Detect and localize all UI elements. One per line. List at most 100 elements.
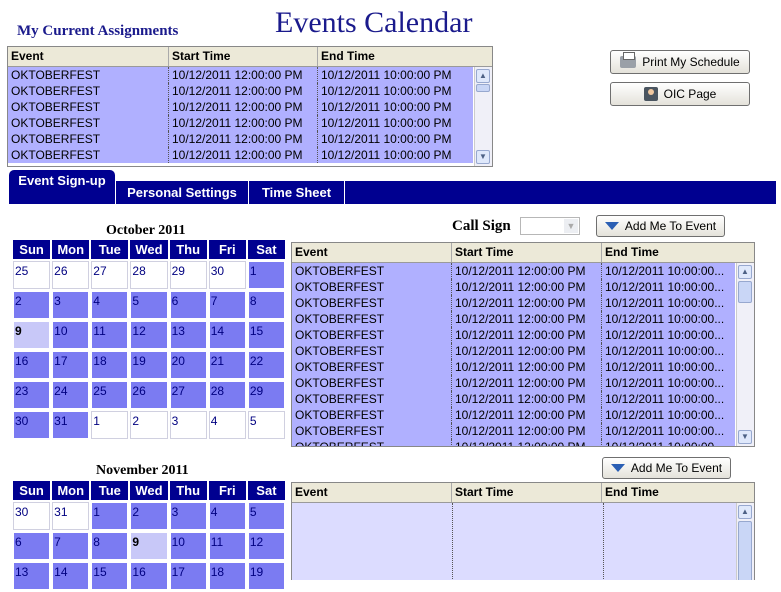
table-row[interactable]: OKTOBERFEST 10/12/2011 12:00:00 PM 10/12/2… xyxy=(292,295,754,311)
tab-event-sign-up[interactable]: Event Sign-up xyxy=(8,169,116,204)
calendar-day[interactable]: 26 xyxy=(52,261,90,289)
scroll-up-icon[interactable]: ▲ xyxy=(476,69,490,83)
add-me-to-event-button-october[interactable]: Add Me To Event xyxy=(596,215,725,237)
calendar-day[interactable]: 22 xyxy=(247,351,285,379)
calendar-day[interactable]: 11 xyxy=(208,532,246,560)
calendar-day[interactable]: 26 xyxy=(130,381,168,409)
print-schedule-button[interactable]: Print My Schedule xyxy=(610,50,750,74)
calendar-day[interactable]: 29 xyxy=(247,381,285,409)
oic-page-button[interactable]: OIC Page xyxy=(610,82,750,106)
column-header-start-time[interactable]: Start Time xyxy=(452,243,602,262)
calendar-day[interactable]: 10 xyxy=(169,532,207,560)
calendar-day[interactable]: 23 xyxy=(13,381,51,409)
calendar-day[interactable]: 3 xyxy=(52,291,90,319)
calendar-day[interactable]: 30 xyxy=(13,411,51,439)
calendar-day[interactable]: 10 xyxy=(52,321,90,349)
calendar-day[interactable]: 20 xyxy=(169,351,207,379)
calendar-day[interactable]: 27 xyxy=(169,381,207,409)
calendar-day[interactable]: 5 xyxy=(130,291,168,319)
calendar-day[interactable]: 3 xyxy=(169,411,207,439)
calendar-day[interactable]: 7 xyxy=(52,532,90,560)
assignments-grid[interactable]: Event Start Time End Time OKTOBERFEST 10/… xyxy=(7,46,493,167)
calendar-day[interactable]: 1 xyxy=(247,261,285,289)
table-row[interactable]: OKTOBERFEST 10/12/2011 12:00:00 PM 10/12/2… xyxy=(292,311,754,327)
table-row[interactable]: OKTOBERFEST 10/12/2011 12:00:00 PM 10/12/2… xyxy=(292,439,754,446)
calendar-day[interactable]: 7 xyxy=(208,291,246,319)
table-row[interactable]: OKTOBERFEST 10/12/2011 12:00:00 PM 10/12/2… xyxy=(292,375,754,391)
calendar-day[interactable]: 29 xyxy=(169,261,207,289)
calendar-day[interactable]: 2 xyxy=(130,411,168,439)
calendar-day[interactable]: 4 xyxy=(208,411,246,439)
calendar-day[interactable]: 8 xyxy=(247,291,285,319)
october-events-grid[interactable]: Event Start Time End Time OKTOBERFEST 10/… xyxy=(291,242,755,447)
table-row[interactable]: OKTOBERFEST 10/12/2011 12:00:00 PM 10/12/2… xyxy=(8,131,492,147)
calendar-day[interactable]: 28 xyxy=(208,381,246,409)
calendar-day[interactable]: 14 xyxy=(52,562,90,590)
calendar-day[interactable]: 3 xyxy=(169,502,207,530)
scroll-down-icon[interactable]: ▼ xyxy=(738,430,752,444)
calendar-day[interactable]: 17 xyxy=(169,562,207,590)
scroll-thumb[interactable] xyxy=(738,521,752,580)
calendar-day-today[interactable]: 9 xyxy=(13,321,51,349)
table-row[interactable]: OKTOBERFEST 10/12/2011 12:00:00 PM 10/12/2… xyxy=(292,423,754,439)
table-row[interactable]: OKTOBERFEST 10/12/2011 12:00:00 PM 10/12/2… xyxy=(292,343,754,359)
column-header-start-time[interactable]: Start Time xyxy=(452,483,602,502)
scroll-thumb[interactable] xyxy=(476,84,490,92)
tab-personal-settings[interactable]: Personal Settings xyxy=(116,181,249,204)
calendar-day[interactable]: 24 xyxy=(52,381,90,409)
calendar-day[interactable]: 27 xyxy=(91,261,129,289)
table-row[interactable]: OKTOBERFEST 10/12/2011 12:00:00 PM 10/12/2… xyxy=(8,83,492,99)
column-header-event[interactable]: Event xyxy=(292,483,452,502)
add-me-to-event-button-november[interactable]: Add Me To Event xyxy=(602,457,731,479)
calendar-day[interactable]: 19 xyxy=(247,562,285,590)
calendar-day-today[interactable]: 9 xyxy=(130,532,168,560)
column-header-event[interactable]: Event xyxy=(292,243,452,262)
calendar-day[interactable]: 30 xyxy=(13,502,51,530)
scroll-up-icon[interactable]: ▲ xyxy=(738,265,752,279)
calendar-day[interactable]: 18 xyxy=(208,562,246,590)
calendar-day[interactable]: 18 xyxy=(91,351,129,379)
calendar-day[interactable]: 15 xyxy=(247,321,285,349)
table-row[interactable]: OKTOBERFEST 10/12/2011 12:00:00 PM 10/12/2… xyxy=(292,327,754,343)
calendar-day[interactable]: 16 xyxy=(13,351,51,379)
call-sign-select[interactable]: ▼ xyxy=(520,217,580,235)
calendar-day[interactable]: 2 xyxy=(13,291,51,319)
calendar-day[interactable]: 11 xyxy=(91,321,129,349)
scroll-down-icon[interactable]: ▼ xyxy=(476,150,490,164)
calendar-day[interactable]: 19 xyxy=(130,351,168,379)
tab-time-sheet[interactable]: Time Sheet xyxy=(249,181,345,204)
calendar-day[interactable]: 6 xyxy=(13,532,51,560)
table-row[interactable]: OKTOBERFEST 10/12/2011 12:00:00 PM 10/12/2… xyxy=(292,391,754,407)
calendar-day[interactable]: 14 xyxy=(208,321,246,349)
calendar-day[interactable]: 12 xyxy=(130,321,168,349)
calendar-day[interactable]: 17 xyxy=(52,351,90,379)
october-events-scrollbar[interactable]: ▲ ▼ xyxy=(736,263,754,446)
calendar-day[interactable]: 12 xyxy=(247,532,285,560)
table-row[interactable]: OKTOBERFEST 10/12/2011 12:00:00 PM 10/12/2… xyxy=(292,279,754,295)
table-row[interactable]: OKTOBERFEST 10/12/2011 12:00:00 PM 10/12/2… xyxy=(292,359,754,375)
calendar-day[interactable]: 6 xyxy=(169,291,207,319)
column-header-end-time[interactable]: End Time xyxy=(602,483,752,502)
calendar-day[interactable]: 4 xyxy=(91,291,129,319)
calendar-day[interactable]: 31 xyxy=(52,411,90,439)
calendar-day[interactable]: 21 xyxy=(208,351,246,379)
table-row[interactable]: OKTOBERFEST 10/12/2011 12:00:00 PM 10/12/2… xyxy=(8,115,492,131)
november-events-grid[interactable]: Event Start Time End Time ▲ xyxy=(291,482,755,580)
calendar-day[interactable]: 15 xyxy=(91,562,129,590)
calendar-day[interactable]: 1 xyxy=(91,411,129,439)
calendar-day[interactable]: 28 xyxy=(130,261,168,289)
calendar-day[interactable]: 4 xyxy=(208,502,246,530)
calendar-day[interactable]: 31 xyxy=(52,502,90,530)
calendar-day[interactable]: 16 xyxy=(130,562,168,590)
calendar-day[interactable]: 30 xyxy=(208,261,246,289)
table-row[interactable]: OKTOBERFEST 10/12/2011 12:00:00 PM 10/12/2… xyxy=(292,263,754,279)
column-header-end-time[interactable]: End Time xyxy=(318,47,490,66)
calendar-day[interactable]: 13 xyxy=(169,321,207,349)
table-row[interactable]: OKTOBERFEST 10/12/2011 12:00:00 PM 10/12/2… xyxy=(8,99,492,115)
november-events-scrollbar[interactable]: ▲ xyxy=(736,503,754,580)
assignments-scrollbar[interactable]: ▲ ▼ xyxy=(474,67,492,166)
calendar-day[interactable]: 25 xyxy=(13,261,51,289)
column-header-event[interactable]: Event xyxy=(8,47,169,66)
calendar-day[interactable]: 2 xyxy=(130,502,168,530)
calendar-day[interactable]: 13 xyxy=(13,562,51,590)
